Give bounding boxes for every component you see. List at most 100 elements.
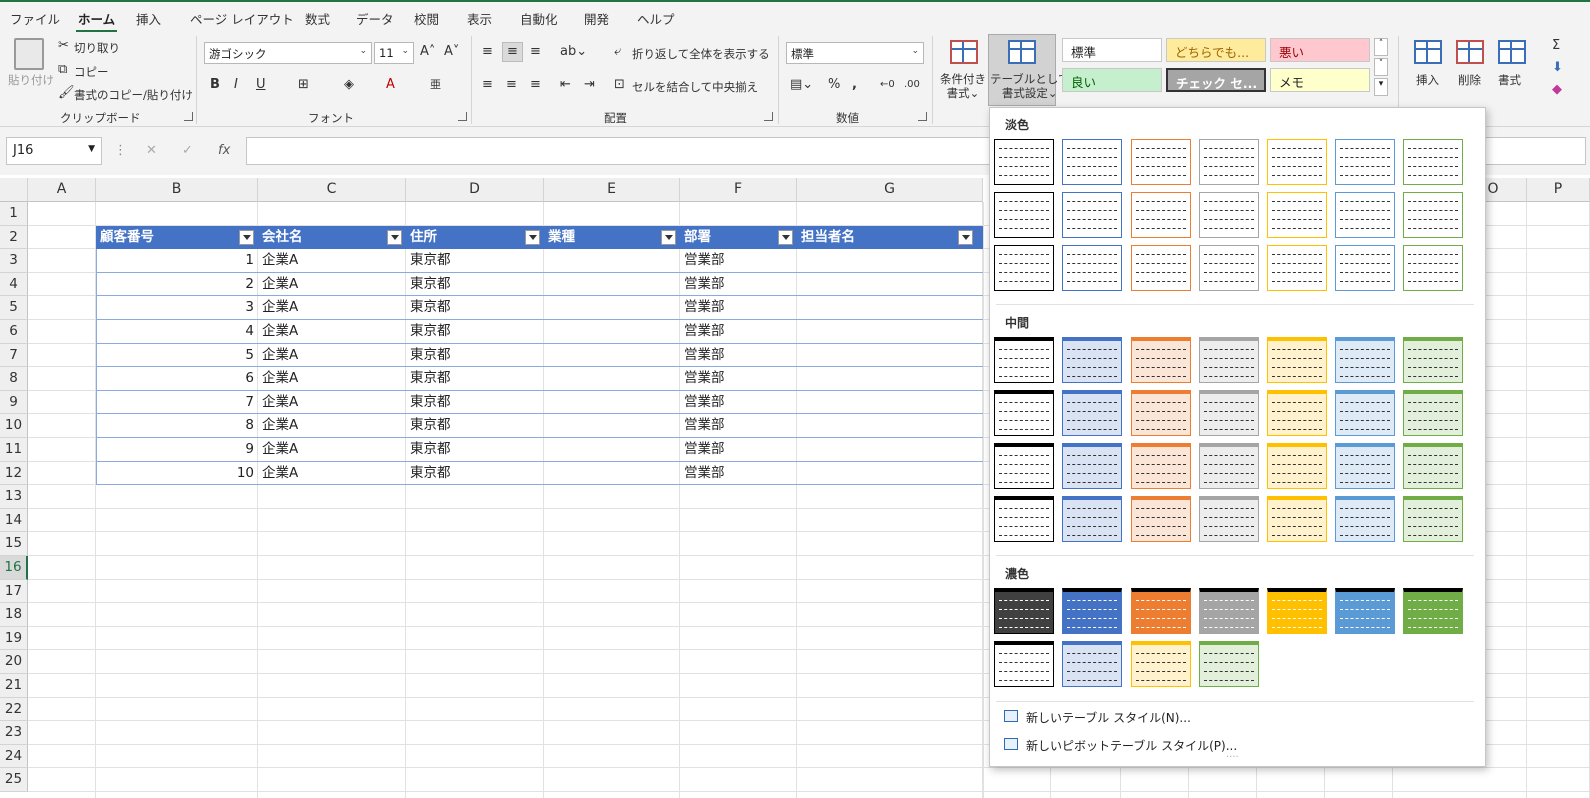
row-header-11[interactable]: 11 (0, 438, 28, 462)
grow-font-icon[interactable]: A˄ (420, 44, 435, 60)
font-launcher-icon[interactable] (458, 112, 467, 121)
cell-style-1[interactable]: どちらでも... (1166, 38, 1266, 62)
gallery-more-icon[interactable]: ▾ (1374, 78, 1388, 96)
table-style-swatch[interactable] (1131, 443, 1191, 489)
wrap-text-button[interactable]: 折り返して全体を表示する (632, 46, 770, 62)
row-header-9[interactable]: 9 (0, 390, 28, 415)
row-header-10[interactable]: 10 (0, 414, 28, 438)
table-style-swatch[interactable] (1199, 245, 1259, 291)
table-style-swatch[interactable] (1267, 443, 1327, 489)
table-style-swatch[interactable] (994, 337, 1054, 383)
align-top-icon[interactable]: ≡ (482, 44, 493, 60)
row-header-15[interactable]: 15 (0, 532, 28, 556)
row-header-21[interactable]: 21 (0, 674, 28, 698)
format-painter-button[interactable]: 書式のコピー/貼り付け (74, 87, 193, 103)
table-style-swatch[interactable] (1335, 337, 1395, 383)
gallery-scroll-down-icon[interactable]: ˅ (1374, 58, 1388, 76)
table-style-swatch[interactable] (1335, 496, 1395, 542)
table-header-3[interactable]: 業種 (544, 225, 680, 250)
table-style-swatch[interactable] (1267, 390, 1327, 436)
table-style-swatch[interactable] (1131, 390, 1191, 436)
table-style-swatch[interactable] (1062, 443, 1122, 489)
comma-icon[interactable]: , (852, 77, 857, 93)
row-header-13[interactable]: 13 (0, 485, 28, 509)
table-style-swatch[interactable] (1131, 588, 1191, 634)
table-style-swatch[interactable] (1131, 245, 1191, 291)
table-style-swatch[interactable] (1199, 641, 1259, 687)
clipboard-launcher-icon[interactable] (184, 112, 193, 121)
tab-1[interactable]: ホーム (75, 9, 118, 33)
cell-style-2[interactable]: 悪い (1270, 38, 1370, 62)
table-header-0[interactable]: 顧客番号 (96, 225, 258, 250)
delete-cells-button[interactable]: 削除 (1458, 72, 1481, 88)
table-style-swatch[interactable] (994, 496, 1054, 542)
table-style-swatch[interactable] (1403, 192, 1463, 238)
table-style-swatch[interactable] (1199, 496, 1259, 542)
row-header-12[interactable]: 12 (0, 461, 28, 486)
table-header-5[interactable]: 担当者名 (797, 225, 983, 250)
cancel-icon[interactable]: ✕ (146, 143, 157, 159)
table-style-swatch[interactable] (1267, 192, 1327, 238)
table-style-swatch[interactable] (1403, 390, 1463, 436)
table-style-swatch[interactable] (994, 443, 1054, 489)
row-header-23[interactable]: 23 (0, 721, 28, 745)
cell-style-5[interactable]: メモ (1270, 68, 1370, 92)
fill-icon[interactable]: ⬇ (1552, 60, 1563, 76)
clear-icon[interactable]: ◆ (1552, 82, 1562, 98)
align-middle-icon[interactable]: ≡ (502, 42, 523, 62)
font-size-select[interactable]: 11 ⌄ (374, 42, 414, 64)
table-style-swatch[interactable] (1062, 588, 1122, 634)
row-header-18[interactable]: 18 (0, 603, 28, 627)
shrink-font-icon[interactable]: A˅ (444, 44, 459, 60)
table-header-2[interactable]: 住所 (406, 225, 544, 250)
insert-function-icon[interactable]: fx (218, 143, 230, 159)
alignment-launcher-icon[interactable] (764, 112, 773, 121)
tab-3[interactable]: ページ レイアウト (190, 9, 294, 28)
table-style-swatch[interactable] (1335, 192, 1395, 238)
table-style-swatch[interactable] (1403, 443, 1463, 489)
column-header-E[interactable]: E (544, 178, 680, 202)
filter-dropdown-icon[interactable] (387, 229, 402, 245)
row-header-4[interactable]: 4 (0, 272, 28, 297)
table-style-swatch[interactable] (1062, 496, 1122, 542)
table-style-swatch[interactable] (1062, 245, 1122, 291)
filter-dropdown-icon[interactable] (661, 229, 676, 245)
table-style-swatch[interactable] (1403, 337, 1463, 383)
row-header-17[interactable]: 17 (0, 579, 28, 604)
select-all-corner[interactable] (0, 178, 28, 202)
bold-icon[interactable]: B (210, 77, 220, 93)
underline-icon[interactable]: U (256, 77, 266, 93)
decrease-indent-icon[interactable]: ⇤ (560, 77, 571, 93)
table-style-swatch[interactable] (1335, 139, 1395, 185)
table-header-1[interactable]: 会社名 (258, 225, 406, 250)
row-header-20[interactable]: 20 (0, 650, 28, 674)
tab-8[interactable]: 自動化 (520, 9, 558, 28)
table-style-swatch[interactable] (1403, 496, 1463, 542)
phonetic-icon[interactable]: 亜 (430, 77, 441, 93)
table-style-swatch[interactable] (1062, 641, 1122, 687)
column-header-D[interactable]: D (406, 178, 544, 202)
table-style-swatch[interactable] (1131, 337, 1191, 383)
column-header-C[interactable]: C (258, 178, 406, 202)
cell-style-4[interactable]: チェック セ... (1166, 68, 1266, 92)
filter-dropdown-icon[interactable] (778, 229, 793, 245)
tab-0[interactable]: ファイル (10, 9, 60, 28)
align-right-icon[interactable]: ≡ (530, 77, 541, 93)
table-style-swatch[interactable] (1062, 337, 1122, 383)
copy-button[interactable]: コピー (74, 64, 109, 80)
number-launcher-icon[interactable] (918, 112, 927, 121)
filter-dropdown-icon[interactable] (525, 229, 540, 245)
table-style-swatch[interactable] (1335, 588, 1395, 634)
table-style-swatch[interactable] (1062, 390, 1122, 436)
table-style-swatch[interactable] (1199, 588, 1259, 634)
format-cells-button[interactable]: 書式 (1498, 72, 1521, 88)
increase-decimal-icon[interactable]: ←0 (880, 77, 895, 93)
table-style-swatch[interactable] (994, 139, 1054, 185)
align-left-icon[interactable]: ≡ (482, 77, 493, 93)
table-style-swatch[interactable] (1335, 390, 1395, 436)
cut-button[interactable]: 切り取り (74, 40, 120, 56)
row-header-6[interactable]: 6 (0, 320, 28, 344)
table-style-swatch[interactable] (1062, 139, 1122, 185)
column-header-G[interactable]: G (797, 178, 983, 202)
row-header-19[interactable]: 19 (0, 626, 28, 651)
